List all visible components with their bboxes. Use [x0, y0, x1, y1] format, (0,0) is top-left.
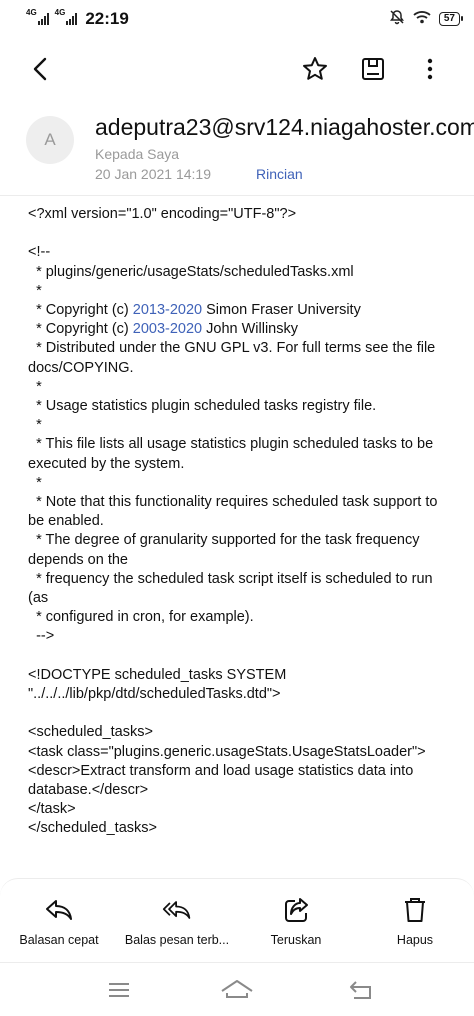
body-line: * configured in cron, for example). [28, 609, 254, 626]
body-line: <descr>Extract transform and load usage … [28, 762, 418, 799]
year-link[interactable]: 2013-2020 [133, 302, 202, 318]
body-line: <scheduled_tasks> [28, 724, 153, 741]
sent-date: 20 Jan 2021 14:19 [95, 166, 211, 182]
header-divider [0, 195, 474, 196]
email-body: <?xml version="1.0" encoding="UTF-8"?> <… [28, 205, 448, 839]
network-type-label: 4G [54, 8, 66, 17]
body-line: <task class="plugins.generic.usageStats.… [28, 743, 426, 760]
signal-icon [37, 13, 49, 25]
body-line: <?xml version="1.0" encoding="UTF-8"?> [28, 206, 297, 222]
body-line: </scheduled_tasks> [28, 820, 157, 837]
more-vertical-icon[interactable] [413, 52, 447, 86]
signal-indicator-2: 4G [55, 9, 78, 25]
home-icon[interactable] [220, 977, 254, 1003]
quick-reply-button[interactable]: Balasan cepat [0, 895, 118, 947]
avatar[interactable]: A [26, 116, 74, 164]
body-line: <!-- [28, 244, 51, 261]
sender-email: adeputra23@srv124.niagahoster.com [95, 114, 474, 140]
archive-icon[interactable] [356, 52, 390, 86]
signal-icon [66, 13, 78, 25]
reply-all-icon [162, 895, 192, 925]
body-line: * plugins/generic/usageStats/scheduledTa… [28, 263, 354, 280]
action-label: Teruskan [270, 933, 322, 947]
body-line: <!DOCTYPE scheduled_tasks SYSTEM "../../… [28, 666, 291, 703]
wifi-icon [413, 10, 431, 29]
copyright-holder: Simon Fraser University [202, 302, 361, 318]
action-label: Hapus [396, 933, 434, 947]
copyright-prefix: * Copyright (c) [28, 321, 133, 338]
star-icon[interactable] [298, 52, 332, 86]
system-nav-bar [0, 962, 474, 1016]
signal-indicator-1: 4G [26, 9, 49, 25]
reply-all-button[interactable]: Balas pesan terb... [118, 895, 236, 947]
action-label: Balasan cepat [19, 933, 99, 947]
forward-button[interactable]: Teruskan [237, 895, 355, 947]
back-arrow-icon[interactable] [24, 52, 58, 86]
body-line: * [28, 282, 42, 299]
body-line: * This file lists all usage statistics p… [28, 436, 438, 472]
body-line: * Copyright (c) 2013-2020 Simon Fraser U… [28, 301, 448, 320]
body-line: </task> [28, 801, 76, 818]
menu-icon[interactable] [104, 977, 134, 1003]
body-line: --> [28, 628, 55, 645]
year-link[interactable]: 2003-2020 [133, 321, 202, 337]
body-line: * Usage statistics plugin scheduled task… [28, 398, 377, 415]
recipient-label: Kepada Saya [95, 146, 180, 162]
body-line: * Copyright (c) 2003-2020 John Willinsky [28, 320, 448, 339]
copyright-holder: John Willinsky [202, 321, 298, 338]
system-back-icon[interactable] [346, 977, 376, 1003]
copyright-prefix: * Copyright (c) [28, 302, 133, 318]
body-line: * [28, 378, 42, 395]
mute-icon [389, 9, 405, 30]
delete-button[interactable]: Hapus [356, 895, 474, 947]
body-line: * [28, 417, 42, 434]
action-bar: Balasan cepat Balas pesan terb... Terusk… [0, 878, 474, 962]
body-line: * frequency the scheduled task script it… [28, 570, 437, 607]
forward-icon [281, 895, 311, 925]
sender-header: A adeputra23@srv124.niagahoster.com Kepa… [0, 110, 474, 194]
top-toolbar [0, 46, 474, 92]
body-line: * [28, 474, 42, 491]
body-line: * Distributed under the GNU GPL v3. For … [28, 340, 440, 376]
status-bar: 4G 4G 22:19 57 [0, 0, 474, 38]
body-line: * The degree of granularity supported fo… [28, 532, 424, 568]
battery-indicator: 57 [438, 12, 464, 26]
body-line: * Note that this functionality requires … [28, 494, 442, 530]
network-type-label: 4G [26, 8, 37, 17]
trash-icon [400, 895, 430, 925]
reply-icon [44, 895, 74, 925]
action-label: Balas pesan terb... [124, 933, 230, 947]
clock: 22:19 [85, 9, 129, 28]
details-link[interactable]: Rincian [256, 166, 303, 182]
